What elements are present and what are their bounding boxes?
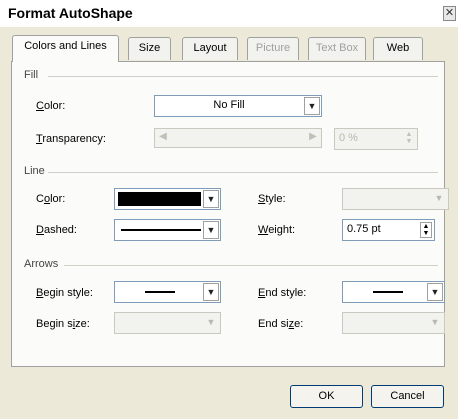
chevron-right-icon: ▶: [309, 131, 317, 142]
arrows-group-label: Arrows: [24, 258, 59, 270]
dialog-title: Format AutoShape: [8, 5, 133, 21]
begin-style-dropdown[interactable]: ▼: [114, 281, 221, 303]
fill-color-dropdown[interactable]: No Fill ▼: [154, 95, 322, 117]
weight-spinner[interactable]: 0.75 pt ▲ ▼: [342, 219, 435, 241]
tab-layout[interactable]: Layout: [182, 37, 238, 60]
weight-label: Weight:: [258, 224, 296, 236]
dashed-label: Dashed:: [36, 224, 77, 236]
chevron-down-icon[interactable]: ▼: [203, 221, 219, 239]
chevron-down-icon[interactable]: ▼: [304, 97, 320, 115]
line-style-label: Style:: [258, 193, 286, 205]
fill-color-value: No Fill: [213, 99, 245, 111]
chevron-down-icon[interactable]: ▼: [203, 190, 219, 208]
tab-picture[interactable]: Picture: [247, 37, 299, 60]
tab-text-box[interactable]: Text Box: [308, 37, 366, 60]
format-autoshape-dialog: Format AutoShape ✕ Colors and Lines Size…: [0, 0, 458, 419]
line-color-label: Color:: [36, 193, 66, 205]
tab-label: Size: [138, 42, 161, 54]
line-separator: [48, 172, 438, 173]
begin-size-dropdown[interactable]: ▼: [114, 312, 221, 334]
tab-size[interactable]: Size: [128, 37, 171, 60]
transparency-label: Transparency:: [36, 133, 106, 145]
transparency-spinner[interactable]: 0 % ▲ ▼: [334, 128, 418, 150]
line-color-swatch: [118, 192, 201, 206]
chevron-down-icon[interactable]: ▼: [427, 314, 443, 332]
begin-size-label: Begin size:: [36, 318, 90, 330]
cancel-button[interactable]: Cancel: [371, 385, 444, 408]
chevron-down-icon[interactable]: ▼: [203, 283, 219, 301]
transparency-slider[interactable]: ◀ ▶: [154, 128, 322, 148]
end-style-dropdown[interactable]: ▼: [342, 281, 445, 303]
end-size-dropdown[interactable]: ▼: [342, 312, 445, 334]
begin-style-label: Begin style:: [36, 287, 93, 299]
transparency-value: 0 %: [339, 132, 358, 144]
line-group-label: Line: [24, 165, 45, 177]
line-style-dropdown[interactable]: ▼: [342, 188, 449, 210]
tab-label: Layout: [193, 42, 227, 54]
colors-and-lines-panel: Fill Color: No Fill ▼ Transparency: ◀ ▶ …: [11, 61, 449, 367]
tab-web[interactable]: Web: [373, 37, 423, 60]
tab-colors-and-lines[interactable]: Colors and Lines: [12, 35, 119, 62]
solid-line-icon: [121, 229, 201, 231]
ok-button[interactable]: OK: [290, 385, 363, 408]
end-style-label: End style:: [258, 287, 307, 299]
chevron-down-icon[interactable]: ▼: [203, 314, 219, 332]
fill-separator: [48, 76, 438, 77]
close-button[interactable]: ✕: [443, 6, 456, 21]
tab-label: Picture: [255, 42, 291, 54]
tab-label: Text Box: [315, 42, 359, 54]
dashed-dropdown[interactable]: ▼: [114, 219, 221, 241]
arrows-separator: [64, 265, 438, 266]
chevron-down-icon[interactable]: ▼: [431, 190, 447, 208]
fill-color-label: Color:: [36, 100, 66, 112]
plain-line-icon: [373, 291, 403, 293]
up-down-spinner-icon: ▲ ▼: [405, 131, 413, 145]
title-bar: Format AutoShape ✕: [0, 0, 458, 27]
chevron-down-icon[interactable]: ▼: [427, 283, 443, 301]
close-icon: ✕: [444, 7, 455, 19]
up-down-spinner-icon[interactable]: ▲ ▼: [420, 222, 432, 238]
chevron-left-icon: ◀: [159, 131, 167, 142]
line-color-dropdown[interactable]: ▼: [114, 188, 221, 210]
tab-label: Web: [386, 42, 410, 54]
plain-line-icon: [145, 291, 175, 293]
end-size-label: End size:: [258, 318, 304, 330]
weight-value: 0.75 pt: [347, 223, 381, 235]
tab-label: Colors and Lines: [24, 40, 107, 52]
fill-group-label: Fill: [24, 69, 39, 81]
